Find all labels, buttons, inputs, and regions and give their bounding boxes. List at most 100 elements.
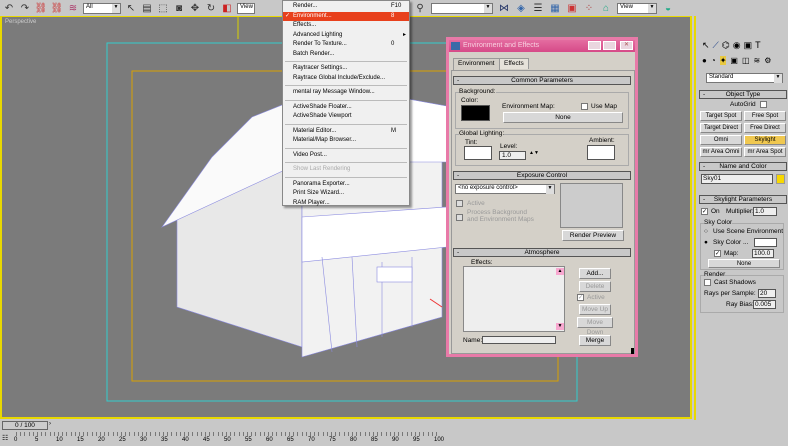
effects-list[interactable]: ▲ ▼ <box>463 266 565 332</box>
environment-map-button[interactable]: None <box>503 112 623 123</box>
free-direct-button[interactable]: Free Direct <box>744 123 786 133</box>
scroll-up-button[interactable]: ▲ <box>556 268 564 275</box>
geometry-icon[interactable]: ● <box>702 56 707 65</box>
rect-selection-icon[interactable]: ⬚ <box>157 2 169 14</box>
lights-icon[interactable]: ✦ <box>719 56 727 65</box>
menu-item[interactable]: Effects... <box>283 21 409 31</box>
menu-item[interactable]: ActiveShade Floater... <box>283 103 409 113</box>
menu-item[interactable]: Render To Texture... 0 <box>283 40 409 50</box>
omni-button[interactable]: Omni <box>700 135 742 145</box>
rotate-icon[interactable]: ↻ <box>205 2 217 14</box>
minimize-button[interactable] <box>588 41 601 50</box>
process-background-checkbox[interactable] <box>456 214 463 221</box>
next-frame-arrow-icon[interactable]: › <box>49 421 51 427</box>
maximize-button[interactable] <box>603 41 616 50</box>
menu-item[interactable]: ActiveShade Viewport <box>283 112 409 122</box>
menu-item[interactable]: Material/Map Browser... <box>283 136 409 146</box>
merge-button[interactable]: Merge <box>579 335 611 346</box>
layer-manager-icon[interactable]: ☰ <box>532 2 544 14</box>
systems-icon[interactable]: ⚙ <box>764 56 771 65</box>
exposure-active-checkbox[interactable] <box>456 200 463 207</box>
sky-color-radio[interactable]: ● <box>704 239 708 246</box>
render-view-dropdown[interactable]: View ▼ <box>617 2 657 14</box>
scroll-down-button[interactable]: ▼ <box>556 323 564 330</box>
object-name-input[interactable]: Sky01 <box>701 174 773 184</box>
align-icon[interactable]: ◈ <box>515 2 527 14</box>
move-down-button[interactable]: Move Down <box>577 317 613 336</box>
select-link-icon[interactable]: ⛓ <box>35 2 48 14</box>
curve-editor-icon[interactable]: ▦ <box>549 2 561 14</box>
menu-item[interactable]: Advanced Lighting ▸ <box>283 31 409 41</box>
background-color-swatch[interactable] <box>461 105 490 121</box>
object-color-swatch[interactable] <box>776 174 785 184</box>
menu-item[interactable]: Show Last Rendering <box>283 165 409 175</box>
scrollbar-thumb[interactable] <box>631 348 634 354</box>
move-icon[interactable]: ✥ <box>189 2 201 14</box>
atmosphere-name-input[interactable] <box>482 336 556 344</box>
render-scene-icon[interactable]: ⌂ <box>600 2 612 14</box>
track-bar-icon[interactable]: ☷ <box>2 434 8 442</box>
menu-item[interactable]: Print Size Wizard... <box>283 189 409 199</box>
rollout-exposure-control[interactable]: - Exposure Control <box>453 171 631 180</box>
motion-tab-icon[interactable]: ◉ <box>733 40 741 51</box>
pivot-icon[interactable]: ⚲ <box>414 2 426 14</box>
menu-item[interactable]: Render... F10 <box>283 2 409 12</box>
exposure-control-dropdown[interactable]: <no exposure control> ▼ <box>455 184 555 194</box>
rays-input[interactable]: 20 <box>758 289 776 298</box>
menu-item[interactable]: Material Editor... M <box>283 127 409 137</box>
skylight-button[interactable]: Skylight <box>744 135 786 145</box>
move-up-button[interactable]: Move Up <box>579 304 611 315</box>
level-spinner[interactable]: ▲▼ <box>529 150 539 156</box>
redo-icon[interactable]: ↷ <box>19 2 31 14</box>
autogrid-checkbox[interactable] <box>760 101 767 108</box>
tint-swatch[interactable] <box>464 146 492 160</box>
window-crossing-icon[interactable]: ◙ <box>173 2 185 14</box>
rollout-atmosphere[interactable]: - Atmosphere <box>453 248 631 257</box>
schematic-view-icon[interactable]: ▣ <box>566 2 578 14</box>
light-type-dropdown[interactable]: Standard ▼ <box>706 73 783 83</box>
sky-map-button[interactable]: None <box>708 259 780 268</box>
map-checkbox[interactable]: ✓ <box>714 250 721 257</box>
helpers-icon[interactable]: ◫ <box>742 56 750 65</box>
named-selection-dropdown[interactable]: ▼ <box>431 2 493 14</box>
mirror-icon[interactable]: ⋈ <box>498 2 510 14</box>
menu-item[interactable]: Raytrace Global Include/Exclude... <box>283 74 409 84</box>
render-preview-button[interactable]: Render Preview <box>562 230 624 241</box>
selection-filter-dropdown[interactable]: All ▼ <box>83 2 121 14</box>
mr-area-spot-button[interactable]: mr Area Spot <box>744 147 786 157</box>
shapes-icon[interactable]: ◔ <box>711 56 716 65</box>
rollout-common-parameters[interactable]: - Common Parameters <box>453 76 631 85</box>
quick-render-icon[interactable]: ◒ <box>662 2 674 14</box>
menu-item[interactable]: Raytracer Settings... <box>283 64 409 74</box>
scale-icon[interactable]: ◧ <box>221 2 233 14</box>
dialog-titlebar[interactable]: Environment and Effects ✕ <box>449 40 635 52</box>
tab-environment[interactable]: Environment <box>453 58 500 70</box>
close-button[interactable]: ✕ <box>620 41 633 50</box>
map-amount-input[interactable]: 100.0 <box>752 249 774 258</box>
undo-icon[interactable]: ↶ <box>3 2 15 14</box>
level-input[interactable]: 1.0 <box>499 151 526 160</box>
modify-tab-icon[interactable]: ⟋ <box>713 40 719 51</box>
target-direct-button[interactable]: Target Direct <box>700 123 742 133</box>
rollout-skylight-parameters[interactable]: - Skylight Parameters <box>699 195 787 204</box>
tab-effects[interactable]: Effects <box>499 58 529 69</box>
delete-button[interactable]: Delete <box>579 281 611 292</box>
utilities-tab-icon[interactable]: T <box>755 40 761 51</box>
rollout-name-and-color[interactable]: - Name and Color <box>699 162 787 171</box>
sky-color-swatch[interactable] <box>754 238 777 247</box>
ambient-swatch[interactable] <box>587 145 615 160</box>
rollout-object-type[interactable]: - Object Type <box>699 90 787 99</box>
cast-shadows-checkbox[interactable] <box>704 279 711 286</box>
add-button[interactable]: Add... <box>579 268 611 279</box>
target-spot-button[interactable]: Target Spot <box>700 111 742 121</box>
unlink-icon[interactable]: ⛓ <box>51 2 64 14</box>
select-by-name-icon[interactable]: ▤ <box>141 2 153 14</box>
use-map-checkbox[interactable] <box>581 103 588 110</box>
mr-area-omni-button[interactable]: mr Area Omni <box>700 147 742 157</box>
hierarchy-tab-icon[interactable]: ⌬ <box>722 40 730 51</box>
time-slider[interactable]: 0 / 100 <box>2 421 48 430</box>
menu-item[interactable]: Batch Render... <box>283 50 409 60</box>
menu-item[interactable]: Panorama Exporter... <box>283 180 409 190</box>
display-tab-icon[interactable]: ▣ <box>744 40 753 51</box>
select-icon[interactable]: ↖ <box>125 2 137 14</box>
